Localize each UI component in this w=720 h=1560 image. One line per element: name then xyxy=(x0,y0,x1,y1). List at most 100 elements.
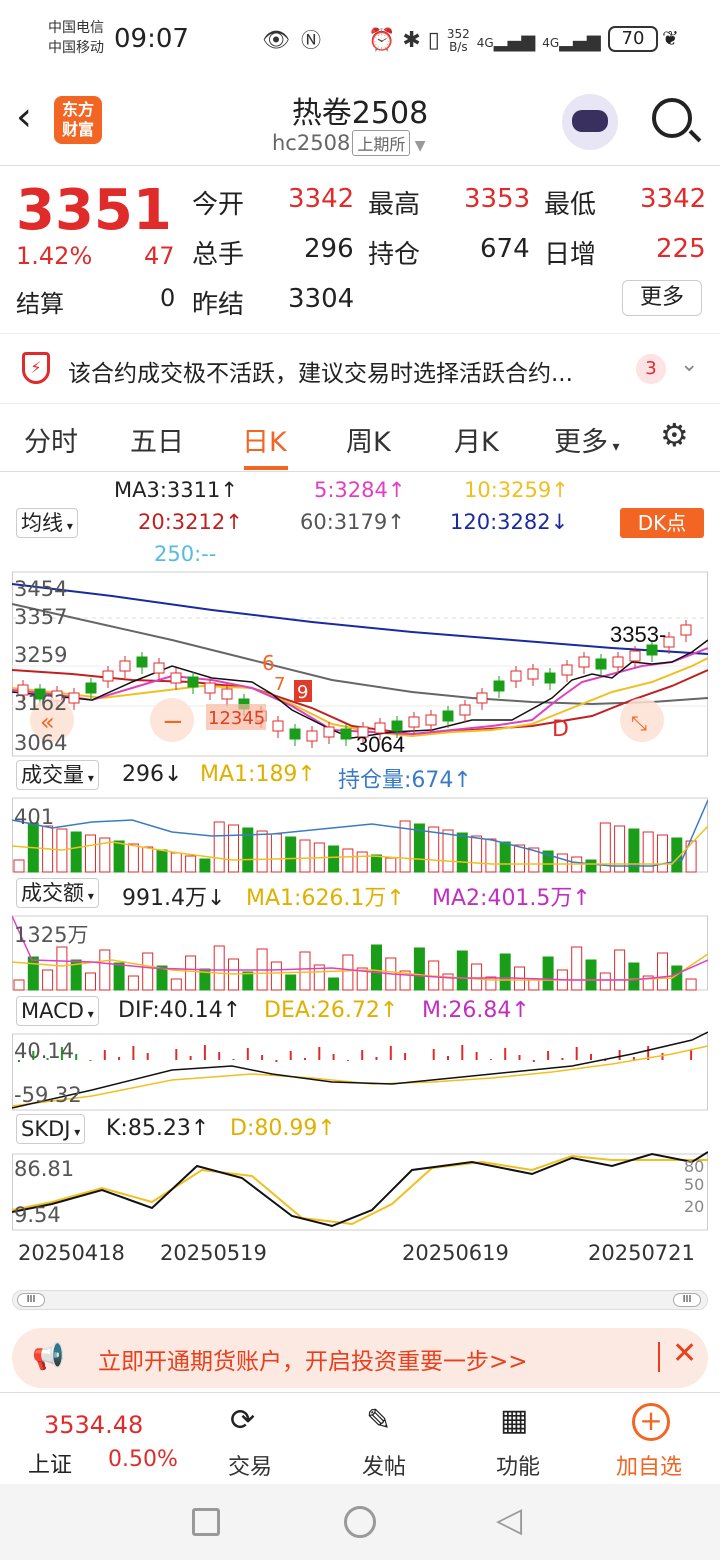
tab-more[interactable]: 更多 ▾ xyxy=(554,420,619,459)
volume-bar xyxy=(199,858,211,873)
candle-body xyxy=(153,662,165,674)
turnover-bar xyxy=(213,945,225,991)
dk-point-button[interactable]: DK点 xyxy=(620,508,704,538)
turnover-selector[interactable]: 成交额 ▾ xyxy=(16,878,99,908)
back-nav-icon[interactable]: ◁ xyxy=(496,1500,522,1540)
volume-bar xyxy=(614,825,626,873)
carrier-info: 中国电信 中国移动 xyxy=(48,18,104,58)
more-button[interactable]: 更多 xyxy=(622,280,702,316)
volume-ma1: MA1:189↑ xyxy=(200,762,316,787)
assistant-avatar[interactable] xyxy=(562,94,618,150)
candle-body xyxy=(136,656,148,668)
candle-body xyxy=(595,658,607,670)
volume-bar xyxy=(356,851,368,873)
close-icon[interactable]: ✕ xyxy=(672,1336,697,1371)
system-navigation-bar: ◁ xyxy=(0,1484,720,1560)
candle-body xyxy=(102,670,114,682)
candle-body xyxy=(323,726,335,738)
caret-down-icon: ▾ xyxy=(70,1125,81,1139)
tab-intraday[interactable]: 分时 xyxy=(24,420,78,459)
d-marker: D xyxy=(552,717,569,742)
skdj-selector[interactable]: SKDJ ▾ xyxy=(16,1114,86,1144)
quote-panel: 3351 1.42% 47 结算 0 今开 3342 最高 3353 最低 33… xyxy=(0,166,720,334)
turnover-bar xyxy=(585,959,597,991)
candle-body xyxy=(119,660,131,672)
open-value: 3342 xyxy=(288,184,355,214)
promo-banner[interactable]: 📢 立即开通期货账户，开启投资重要一步>> ✕ xyxy=(12,1328,708,1388)
search-icon[interactable] xyxy=(652,98,692,138)
tab-daily-k[interactable]: 日K xyxy=(242,420,287,459)
tab-monthly-k[interactable]: 月K xyxy=(454,420,499,459)
daily-increase-label: 日增 xyxy=(544,240,597,270)
volume-bar xyxy=(442,829,454,873)
caret-down-icon: ▾ xyxy=(608,439,620,455)
status-bar: 中国电信 中国移动 09:07 👁 Ⓝ ⏰ ✱ ▯ 352 B/s 4G▂▄▆ 4… xyxy=(0,0,720,80)
ma10-value: 10:3259↑ xyxy=(464,478,569,502)
ma-selector[interactable]: 均线 ▾ xyxy=(16,508,78,538)
edit-icon: ✎ xyxy=(366,1403,392,1438)
candle-body xyxy=(612,656,624,668)
tab-five-day[interactable]: 五日 xyxy=(130,420,184,459)
settings-gear-icon[interactable]: ⚙ xyxy=(660,416,689,454)
macd-selector[interactable]: MACD ▾ xyxy=(16,996,99,1026)
expand-icon: ⤡ xyxy=(631,711,647,735)
volume-bar xyxy=(485,838,497,873)
volume-label: 总手 xyxy=(192,240,245,270)
turnover-ma2: MA2:401.5万↑ xyxy=(432,886,591,911)
axis-label-3: 3259 xyxy=(14,643,67,667)
candle-body xyxy=(510,670,522,682)
turnover-bar xyxy=(85,972,96,991)
bottom-toolbar: 3534.48 上证 0.50% ⟳ 交易 ✎ 发帖 ▦ 功能 + 加自选 xyxy=(0,1392,720,1484)
function-button[interactable]: ▦ 功能 xyxy=(486,1393,550,1485)
chevron-down-icon[interactable]: ⌄ xyxy=(680,352,698,377)
period-tabs: 分时 五日 日K 周K 月K 更多 ▾ ⚙ xyxy=(0,404,720,472)
turnover-bar xyxy=(685,978,697,991)
candle-body xyxy=(68,692,80,704)
add-watchlist-button[interactable]: + 加自选 xyxy=(606,1393,706,1485)
turnover-bar xyxy=(285,974,297,991)
post-button[interactable]: ✎ 发帖 xyxy=(352,1393,416,1485)
candle-body xyxy=(629,650,641,662)
function-label: 功能 xyxy=(496,1455,541,1480)
candle-body xyxy=(306,730,318,742)
turnover-bar xyxy=(599,972,611,991)
turnover-bar xyxy=(471,963,483,991)
index-ticker[interactable]: 3534.48 上证 0.50% xyxy=(0,1393,180,1485)
volume-value: 296 xyxy=(304,234,354,264)
turnover-bar xyxy=(142,952,154,991)
trade-button[interactable]: ⟳ 交易 xyxy=(218,1393,282,1485)
contract-info[interactable]: hc2508 上期所 ▼ xyxy=(272,130,426,156)
battery-level: 70 xyxy=(621,28,645,49)
candle-body xyxy=(425,714,437,726)
chart-scrollbar[interactable]: III III xyxy=(12,1290,708,1310)
volume-selector[interactable]: 成交量 ▾ xyxy=(16,760,99,790)
turnover-bar xyxy=(328,977,340,991)
recent-apps-icon[interactable] xyxy=(192,1508,220,1536)
alarm-icon: ⏰ xyxy=(367,28,396,53)
volume-bar xyxy=(456,832,468,873)
macd-bars xyxy=(18,1045,693,1062)
carrier-2: 中国移动 xyxy=(48,40,104,56)
volume-bar xyxy=(85,834,96,873)
skdj-k: K:85.23↑ xyxy=(106,1116,210,1141)
tab-weekly-k[interactable]: 周K xyxy=(346,420,391,459)
skdj-level-20: 20 xyxy=(684,1197,704,1216)
skdj-selector-label: SKDJ xyxy=(21,1117,71,1141)
date-label-1: 20250418 xyxy=(18,1241,125,1265)
axis-label-bottom: 3064 xyxy=(14,731,67,755)
scroll-handle-left[interactable]: III xyxy=(17,1293,45,1307)
kline-chart-area[interactable]: 3353- 3064 6 7 9 12345 D « − ⤡ 3454 3357… xyxy=(11,570,709,1284)
candle-body xyxy=(85,682,97,694)
net-speed-value: 352 xyxy=(446,27,470,41)
ma3-line xyxy=(11,639,709,739)
risk-notice[interactable]: ⚡ 该合约成交极不活跃，建议交易时选择活跃合约... 3 ⌄ xyxy=(0,334,720,404)
home-icon[interactable] xyxy=(344,1506,376,1538)
turnover-bar xyxy=(270,961,282,991)
ma60-value: 60:3179↑ xyxy=(300,510,405,534)
scroll-handle-right[interactable]: III xyxy=(673,1293,701,1307)
prev-settle-value: 3304 xyxy=(288,284,355,314)
turnover-bar xyxy=(542,956,554,991)
turnover-bar xyxy=(185,955,197,991)
volume-bar xyxy=(371,854,382,873)
exchange-badge: 上期所 xyxy=(352,130,411,156)
